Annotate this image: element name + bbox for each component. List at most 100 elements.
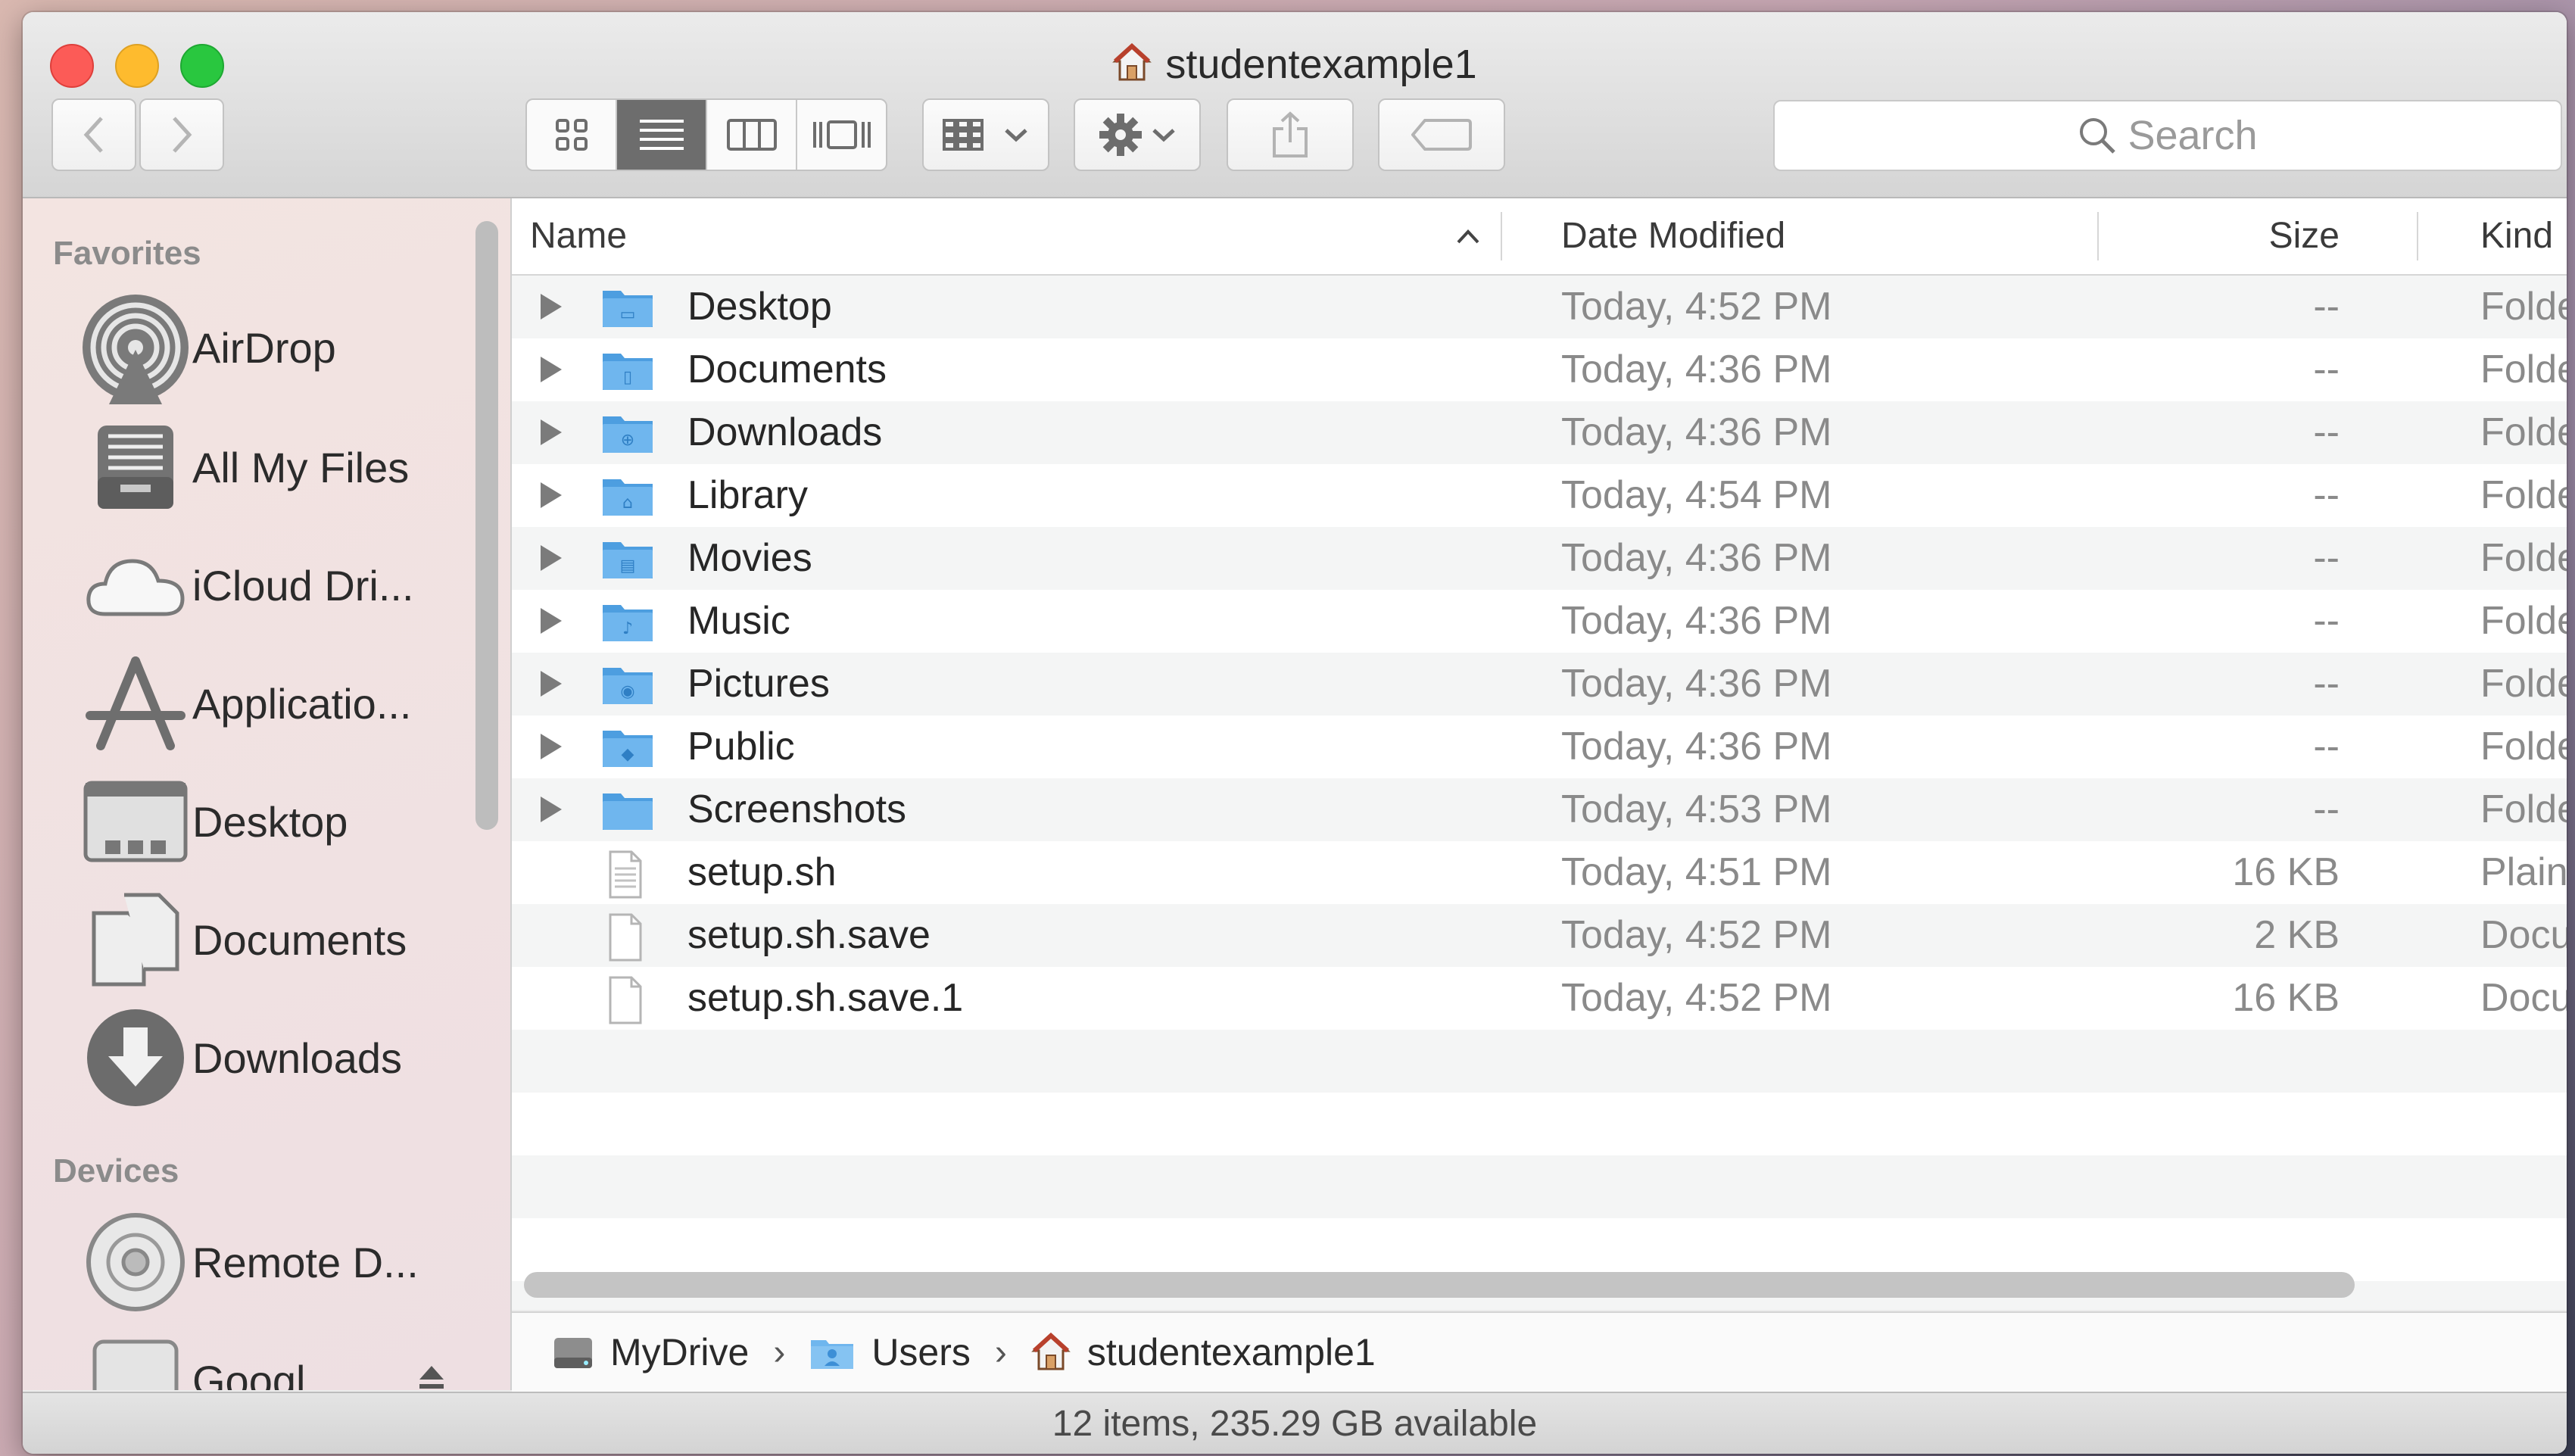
documents-icon xyxy=(79,890,192,989)
list-view-button[interactable] xyxy=(617,100,707,170)
column-header-size[interactable]: Size xyxy=(2269,198,2340,274)
file-date: Today, 4:52 PM xyxy=(1561,913,1832,957)
table-row[interactable]: ▤ Movies Today, 4:36 PM -- Folder xyxy=(512,527,2567,590)
column-header-name[interactable]: Name xyxy=(530,198,627,274)
disclosure-triangle-icon[interactable] xyxy=(541,357,562,382)
column-separator[interactable] xyxy=(1501,212,1502,260)
file-kind: Plain Text xyxy=(2480,850,2567,894)
table-row[interactable]: ◉ Pictures Today, 4:36 PM -- Folder xyxy=(512,653,2567,716)
share-button[interactable] xyxy=(1227,98,1354,171)
folder-glyph: ◉ xyxy=(620,682,634,701)
sidebar-item-remote-disc[interactable]: Remote D... xyxy=(23,1213,477,1311)
chevron-left-icon xyxy=(83,117,103,153)
back-button[interactable] xyxy=(51,98,136,171)
sidebar-item-documents[interactable]: Documents xyxy=(23,890,477,989)
file-kind: Folder xyxy=(2480,787,2567,831)
sort-ascending-icon[interactable] xyxy=(1455,227,1481,245)
cover-flow-icon xyxy=(812,120,871,149)
folder-icon: ♪ xyxy=(603,605,653,641)
list-icon xyxy=(639,120,684,150)
path-label: studentexample1 xyxy=(1086,1331,1376,1373)
table-row[interactable]: ◆ Public Today, 4:36 PM -- Folder xyxy=(512,716,2567,778)
action-button[interactable] xyxy=(1074,98,1201,171)
table-row[interactable]: ⊕ Downloads Today, 4:36 PM -- Folder xyxy=(512,401,2567,464)
sidebar-label: Documents xyxy=(192,915,407,964)
sidebar-label: iCloud Dri... xyxy=(192,561,414,610)
table-row[interactable]: Screenshots Today, 4:53 PM -- Folder xyxy=(512,778,2567,841)
disclosure-triangle-icon[interactable] xyxy=(541,294,562,320)
folder-icon: ▯ xyxy=(603,354,653,390)
all-my-files-icon xyxy=(79,418,192,516)
table-row[interactable]: setup.sh.save Today, 4:52 PM 2 KB Document xyxy=(512,904,2567,967)
file-size: -- xyxy=(2313,285,2340,329)
folder-glyph: ▭ xyxy=(620,305,636,324)
arrange-button[interactable] xyxy=(922,98,1049,171)
path-label: Users xyxy=(871,1331,971,1373)
remote-disc-icon xyxy=(79,1213,192,1311)
column-view-button[interactable] xyxy=(707,100,797,170)
column-separator[interactable] xyxy=(2097,212,2099,260)
file-kind: Document xyxy=(2480,913,2567,957)
disclosure-triangle-icon[interactable] xyxy=(541,797,562,822)
table-row[interactable]: setup.sh.save.1 Today, 4:52 PM 16 KB Docume… xyxy=(512,967,2567,1030)
column-header-date-modified[interactable]: Date Modified xyxy=(1561,198,1785,274)
sidebar-item-all-my-files[interactable]: All My Files xyxy=(23,418,477,516)
path-item-users[interactable]: Users xyxy=(809,1330,971,1374)
file-kind: Document xyxy=(2480,976,2567,1020)
sidebar-label: Downloads xyxy=(192,1034,403,1082)
tag-button[interactable] xyxy=(1378,98,1505,171)
drive-icon xyxy=(79,1331,192,1390)
finder-window: studentexample1 Search Favorites AirDrop… xyxy=(23,12,2567,1454)
file-name: setup.sh.save.1 xyxy=(687,976,964,1020)
file-kind: Folder xyxy=(2480,285,2567,329)
window-title-text: studentexample1 xyxy=(1165,42,1477,87)
table-row[interactable]: ▯ Documents Today, 4:36 PM -- Folder xyxy=(512,338,2567,401)
table-row[interactable]: ▭ Desktop Today, 4:52 PM -- Folder xyxy=(512,276,2567,338)
search-field[interactable]: Search xyxy=(1773,100,2562,171)
disclosure-triangle-icon[interactable] xyxy=(541,419,562,445)
disclosure-triangle-icon[interactable] xyxy=(541,545,562,571)
horizontal-scrollbar[interactable] xyxy=(524,1272,2355,1298)
sidebar-item-icloud-drive[interactable]: iCloud Dri... xyxy=(23,536,477,634)
sidebar-item-airdrop[interactable]: AirDrop xyxy=(23,295,477,404)
folder-icon: ▭ xyxy=(603,291,653,327)
sidebar-item-applications[interactable]: Applicatio... xyxy=(23,654,477,753)
file-kind: Folder xyxy=(2480,348,2567,391)
folder-glyph: ◆ xyxy=(622,745,634,764)
sidebar-item-drive[interactable]: Googl xyxy=(23,1331,477,1390)
disclosure-triangle-icon[interactable] xyxy=(541,734,562,759)
cover-flow-button[interactable] xyxy=(797,100,886,170)
path-item-studentexample1[interactable]: studentexample1 xyxy=(1030,1330,1376,1374)
file-name: Desktop xyxy=(687,285,832,329)
path-bar: MyDrive › Users › studentexample1 xyxy=(512,1311,2567,1392)
column-header-kind[interactable]: Kind xyxy=(2480,198,2553,274)
file-name: Movies xyxy=(687,536,812,580)
disclosure-triangle-icon[interactable] xyxy=(541,482,562,508)
column-separator[interactable] xyxy=(2417,212,2418,260)
sidebar-item-downloads[interactable]: Downloads xyxy=(23,1009,477,1107)
table-row[interactable]: ♪ Music Today, 4:36 PM -- Folder xyxy=(512,590,2567,653)
file-kind: Folder xyxy=(2480,662,2567,706)
icon-view-button[interactable] xyxy=(527,100,617,170)
file-name: Music xyxy=(687,599,790,643)
folder-glyph: ⊕ xyxy=(621,431,634,450)
file-date: Today, 4:36 PM xyxy=(1561,662,1832,706)
disclosure-triangle-icon[interactable] xyxy=(541,608,562,634)
disclosure-triangle-icon[interactable] xyxy=(541,671,562,697)
list-header: Name Date Modified Size Kind xyxy=(512,198,2567,276)
table-row[interactable]: ⌂ Library Today, 4:54 PM -- Folder xyxy=(512,464,2567,527)
sidebar-item-desktop[interactable]: Desktop xyxy=(23,772,477,871)
file-size: 16 KB xyxy=(2232,850,2340,894)
table-row[interactable]: setup.sh Today, 4:51 PM 16 KB Plain Text xyxy=(512,841,2567,904)
view-mode-control xyxy=(525,98,887,171)
forward-button[interactable] xyxy=(139,98,224,171)
file-list: Name Date Modified Size Kind ▭ Desktop Tod… xyxy=(512,198,2567,1310)
sidebar-scrollbar[interactable] xyxy=(475,221,498,830)
eject-icon[interactable] xyxy=(416,1361,447,1390)
home-icon xyxy=(1112,42,1152,92)
chevron-down-icon xyxy=(1005,129,1027,142)
path-item-mydrive[interactable]: MyDrive xyxy=(553,1330,749,1374)
folder-icon: ▤ xyxy=(603,542,653,578)
file-kind: Folder xyxy=(2480,725,2567,769)
search-icon xyxy=(2080,118,2116,154)
